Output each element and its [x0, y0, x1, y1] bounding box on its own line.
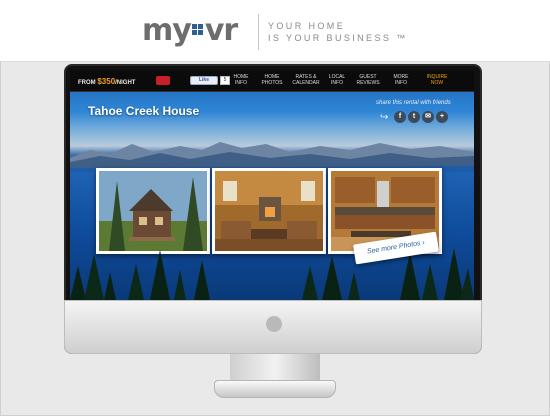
logo-dots-icon — [191, 24, 204, 36]
tagline: YOUR HOME IS YOUR BUSINESS ™ — [268, 20, 408, 44]
header-divider — [258, 14, 259, 50]
nav-home-info[interactable]: HOME INFO — [230, 74, 252, 86]
nav-local-info[interactable]: LOCAL INFO — [326, 74, 348, 86]
twitter-icon[interactable]: t — [408, 111, 420, 123]
like-count: 5 — [220, 76, 230, 85]
share-icon[interactable]: + — [436, 111, 448, 123]
monitor-screen: FROM $350/NIGHT Like 5 HOME INFO HOME PH… — [70, 70, 474, 300]
header: my vr YOUR HOME IS YOUR BUSINESS ™ — [0, 0, 550, 62]
nav-home-photos[interactable]: HOME PHOTOS — [260, 74, 284, 86]
curved-arrow-icon: ↪ — [380, 112, 389, 123]
nav-guest-reviews[interactable]: GUEST REVIEWS — [356, 74, 380, 86]
email-icon[interactable]: ✉ — [422, 111, 434, 123]
price-prefix: FROM — [78, 80, 96, 86]
apple-logo-icon — [266, 316, 282, 332]
logo-text-my: my — [142, 13, 192, 48]
tagline-line-2: IS YOUR BUSINESS ™ — [268, 33, 408, 43]
property-title: Tahoe Creek House — [88, 104, 200, 118]
site-navbar: FROM $350/NIGHT Like 5 HOME INFO HOME PH… — [70, 70, 474, 92]
nav-rates-calendar[interactable]: RATES & CALENDAR — [291, 74, 321, 86]
tagline-line-1: YOUR HOME — [268, 21, 346, 31]
share-label: share this rental with friends — [376, 100, 451, 106]
myvr-logo[interactable]: my vr — [142, 13, 238, 48]
pinterest-button-icon[interactable] — [156, 76, 170, 85]
photo-living-room[interactable] — [212, 168, 326, 254]
price-amount: $350 — [97, 77, 116, 86]
mountain-range — [70, 142, 474, 172]
nav-inquire-now[interactable]: INQUIRE NOW — [424, 74, 450, 86]
like-label: Like — [198, 77, 209, 83]
logo-text-vr: vr — [204, 13, 238, 48]
nav-more-info[interactable]: MORE INFO — [390, 74, 412, 86]
monitor-stand-base — [214, 380, 336, 398]
price-label: FROM $350/NIGHT — [78, 77, 135, 86]
photo-exterior[interactable] — [96, 168, 210, 254]
facebook-like-button[interactable]: Like — [190, 76, 218, 85]
price-suffix: /NIGHT — [115, 80, 136, 86]
facebook-icon[interactable]: f — [394, 111, 406, 123]
